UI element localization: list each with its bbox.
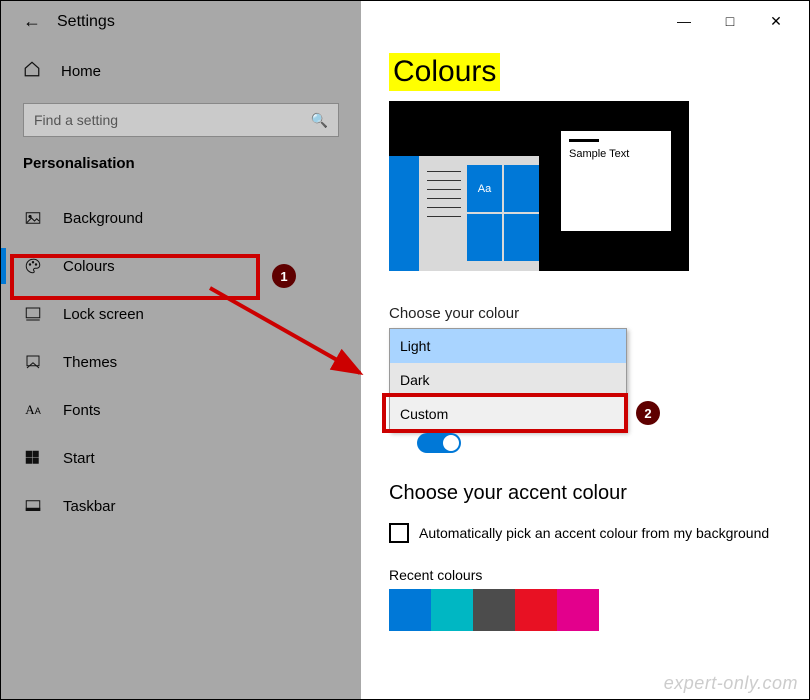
close-button[interactable]: ✕ (753, 7, 799, 35)
section-heading: Personalisation (1, 155, 361, 194)
colour-swatch[interactable] (473, 589, 515, 631)
annotation-arrow (200, 278, 380, 388)
start-icon (23, 449, 43, 467)
annotation-number-2: 2 (636, 401, 660, 425)
nav-label: Themes (63, 354, 117, 371)
image-icon (23, 209, 43, 227)
preview-window: Sample Text (561, 131, 671, 231)
nav-label: Lock screen (63, 306, 144, 323)
search-icon: 🔍 (311, 112, 328, 129)
fonts-icon: AA (23, 402, 43, 418)
nav-label: Taskbar (63, 498, 116, 515)
minimize-button[interactable]: ― (661, 7, 707, 35)
transparency-toggle[interactable] (417, 433, 461, 453)
auto-accent-label: Automatically pick an accent colour from… (419, 525, 769, 541)
search-input[interactable]: Find a setting 🔍 (23, 103, 339, 137)
lock-icon (23, 305, 43, 323)
dropdown-option-light[interactable]: Light (390, 329, 626, 363)
nav-label: Fonts (63, 402, 101, 419)
home-label: Home (61, 63, 101, 80)
auto-accent-checkbox[interactable] (389, 523, 409, 543)
nav-label: Background (63, 210, 143, 227)
sidebar-item-background[interactable]: Background (1, 194, 361, 242)
taskbar-icon (23, 497, 43, 515)
accent-heading: Choose your accent colour (389, 482, 781, 505)
app-title: Settings (57, 13, 115, 31)
colour-swatch[interactable] (389, 589, 431, 631)
colour-swatch[interactable] (557, 589, 599, 631)
home-icon (23, 60, 41, 83)
sidebar-item-start[interactable]: Start (1, 434, 361, 482)
maximize-button[interactable]: □ (707, 7, 753, 35)
page-title: Colours (389, 53, 500, 91)
sidebar-item-fonts[interactable]: AA Fonts (1, 386, 361, 434)
search-placeholder: Find a setting (34, 112, 118, 128)
sidebar-item-taskbar[interactable]: Taskbar (1, 482, 361, 530)
watermark: expert-only.com (664, 673, 798, 694)
choose-colour-label: Choose your colour (389, 305, 781, 322)
back-icon[interactable]: ← (23, 11, 41, 32)
themes-icon (23, 353, 43, 371)
colour-swatch[interactable] (515, 589, 557, 631)
colour-swatch[interactable] (431, 589, 473, 631)
recent-colours-label: Recent colours (389, 567, 781, 583)
nav-label: Start (63, 450, 95, 467)
main-content: ― □ ✕ Colours Aa Sample Text Choose your… (361, 1, 809, 699)
annotation-box-2 (382, 393, 628, 433)
preview-tile: Aa (467, 165, 502, 212)
sidebar-home[interactable]: Home (1, 40, 361, 93)
dropdown-option-dark[interactable]: Dark (390, 363, 626, 397)
window-controls: ― □ ✕ (661, 7, 799, 35)
recent-colours (389, 589, 781, 631)
preview-thumbnail: Aa Sample Text (389, 101, 689, 271)
